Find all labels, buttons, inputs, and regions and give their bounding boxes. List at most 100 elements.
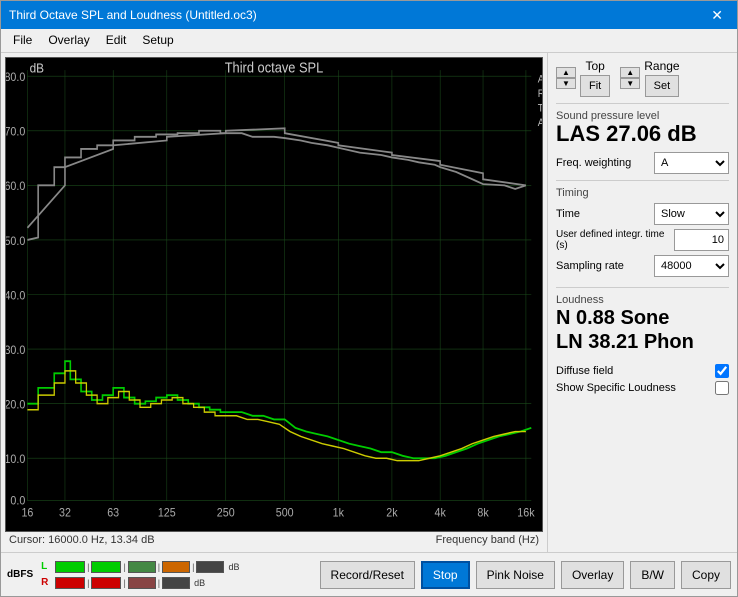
record-reset-button[interactable]: Record/Reset — [320, 561, 415, 589]
user-defined-row: User defined integr. time (s) — [556, 229, 729, 251]
svg-text:80.0: 80.0 — [6, 72, 25, 85]
l-channel-label: L — [41, 561, 53, 572]
checkboxes-section: Diffuse field Show Specific Loudness — [556, 364, 729, 395]
loudness-label: Loudness — [556, 294, 729, 306]
svg-text:16: 16 — [21, 507, 33, 520]
window-title: Third Octave SPL and Loudness (Untitled.… — [9, 8, 257, 22]
freq-weighting-row: Freq. weighting A C Z — [556, 152, 729, 174]
svg-text:A: A — [538, 74, 542, 86]
cursor-info: Cursor: 16000.0 Hz, 13.34 dB — [9, 534, 155, 546]
top-up-button[interactable]: ▲ — [556, 67, 576, 78]
l-seg-4 — [162, 561, 190, 573]
r-channel-row: R | | | dB — [41, 576, 313, 590]
fit-button[interactable]: Fit — [580, 75, 610, 97]
close-button[interactable]: ✕ — [705, 7, 729, 24]
menu-overlay[interactable]: Overlay — [40, 31, 97, 50]
diffuse-field-checkbox[interactable] — [715, 364, 729, 378]
r-seg-3 — [128, 577, 156, 589]
chart-info-bar: Cursor: 16000.0 Hz, 13.34 dB Frequency b… — [5, 532, 543, 548]
svg-text:32: 32 — [59, 507, 71, 520]
range-spin-group: ▲ ▼ Range Set — [620, 59, 679, 97]
time-select[interactable]: Slow Fast Impulse — [654, 203, 729, 225]
freq-weighting-select[interactable]: A C Z — [654, 152, 729, 174]
spl-section: Sound pressure level LAS 27.06 dB — [556, 103, 729, 146]
svg-text:40.0: 40.0 — [6, 290, 25, 303]
top-label: Top — [585, 59, 604, 73]
level-meters: L | | | | dB R | — [41, 560, 313, 590]
n-value: N 0.88 Sone — [556, 306, 729, 330]
svg-text:A: A — [538, 117, 542, 129]
svg-text:Third octave SPL: Third octave SPL — [225, 60, 324, 76]
svg-text:125: 125 — [158, 507, 176, 520]
menu-edit[interactable]: Edit — [98, 31, 135, 50]
top-spin-group: ▲ ▼ Top Fit — [556, 59, 610, 97]
r-dbfs-label: dB — [194, 578, 205, 588]
range-down-button[interactable]: ▼ — [620, 78, 640, 89]
timing-label: Timing — [556, 187, 729, 199]
freq-label: Frequency band (Hz) — [436, 534, 539, 546]
show-specific-checkbox[interactable] — [715, 381, 729, 395]
menu-bar: File Overlay Edit Setup — [1, 29, 737, 53]
timing-section: Timing Time Slow Fast Impulse User defin… — [556, 180, 729, 277]
title-bar: Third Octave SPL and Loudness (Untitled.… — [1, 1, 737, 29]
freq-weighting-label: Freq. weighting — [556, 157, 650, 169]
time-label: Time — [556, 208, 650, 220]
sampling-rate-select[interactable]: 48000 44100 96000 — [654, 255, 729, 277]
menu-file[interactable]: File — [5, 31, 40, 50]
user-defined-label: User defined integr. time (s) — [556, 229, 670, 251]
svg-text:16k: 16k — [517, 507, 535, 520]
svg-text:10.0: 10.0 — [6, 454, 25, 467]
l-dbfs-label: dB — [228, 562, 239, 572]
ln-value: LN 38.21 Phon — [556, 330, 729, 354]
r-channel-label: R — [41, 577, 53, 588]
diffuse-field-label: Diffuse field — [556, 365, 709, 377]
overlay-button[interactable]: Overlay — [561, 561, 624, 589]
svg-text:250: 250 — [217, 507, 235, 520]
svg-text:50.0: 50.0 — [6, 235, 25, 248]
svg-text:20.0: 20.0 — [6, 399, 25, 412]
l-seg-3 — [128, 561, 156, 573]
show-specific-row: Show Specific Loudness — [556, 381, 729, 395]
loudness-section: Loudness N 0.88 Sone LN 38.21 Phon — [556, 287, 729, 354]
bw-button[interactable]: B/W — [630, 561, 675, 589]
range-label: Range — [644, 59, 679, 73]
chart-svg: 80.0 70.0 60.0 50.0 40.0 30.0 20.0 10.0 … — [6, 58, 542, 531]
svg-text:60.0: 60.0 — [6, 181, 25, 194]
svg-text:1k: 1k — [333, 507, 345, 520]
l-seg-2 — [91, 561, 121, 573]
svg-text:8k: 8k — [477, 507, 489, 520]
l-channel-row: L | | | | dB — [41, 560, 313, 574]
stop-button[interactable]: Stop — [421, 561, 470, 589]
r-seg-1 — [55, 577, 85, 589]
r-seg-2 — [91, 577, 121, 589]
svg-text:2k: 2k — [386, 507, 398, 520]
diffuse-field-row: Diffuse field — [556, 364, 729, 378]
chart-area: 80.0 70.0 60.0 50.0 40.0 30.0 20.0 10.0 … — [1, 53, 547, 552]
top-down-button[interactable]: ▼ — [556, 78, 576, 89]
l-seg-1 — [55, 561, 85, 573]
r-level-bar: | | | — [55, 576, 190, 590]
range-up-button[interactable]: ▲ — [620, 67, 640, 78]
main-window: Third Octave SPL and Loudness (Untitled.… — [0, 0, 738, 597]
svg-text:30.0: 30.0 — [6, 344, 25, 357]
svg-text:0.0: 0.0 — [10, 495, 25, 508]
user-defined-input[interactable] — [674, 229, 729, 251]
svg-text:dB: dB — [30, 61, 44, 76]
top-range-row: ▲ ▼ Top Fit ▲ ▼ Range Set — [556, 59, 729, 97]
svg-text:63: 63 — [107, 507, 119, 520]
pink-noise-button[interactable]: Pink Noise — [476, 561, 555, 589]
bottom-bar: dBFS L | | | | dB — [1, 552, 737, 596]
menu-setup[interactable]: Setup — [134, 31, 181, 50]
spl-value: LAS 27.06 dB — [556, 122, 729, 146]
show-specific-label: Show Specific Loudness — [556, 382, 709, 394]
time-row: Time Slow Fast Impulse — [556, 203, 729, 225]
r-seg-4 — [162, 577, 190, 589]
l-seg-5 — [196, 561, 224, 573]
dbfs-label: dBFS — [7, 569, 33, 580]
set-button[interactable]: Set — [645, 75, 680, 97]
l-level-bar: | | | | — [55, 560, 224, 574]
svg-text:500: 500 — [276, 507, 294, 520]
copy-button[interactable]: Copy — [681, 561, 731, 589]
right-panel: ▲ ▼ Top Fit ▲ ▼ Range Set — [547, 53, 737, 552]
svg-text:4k: 4k — [434, 507, 446, 520]
